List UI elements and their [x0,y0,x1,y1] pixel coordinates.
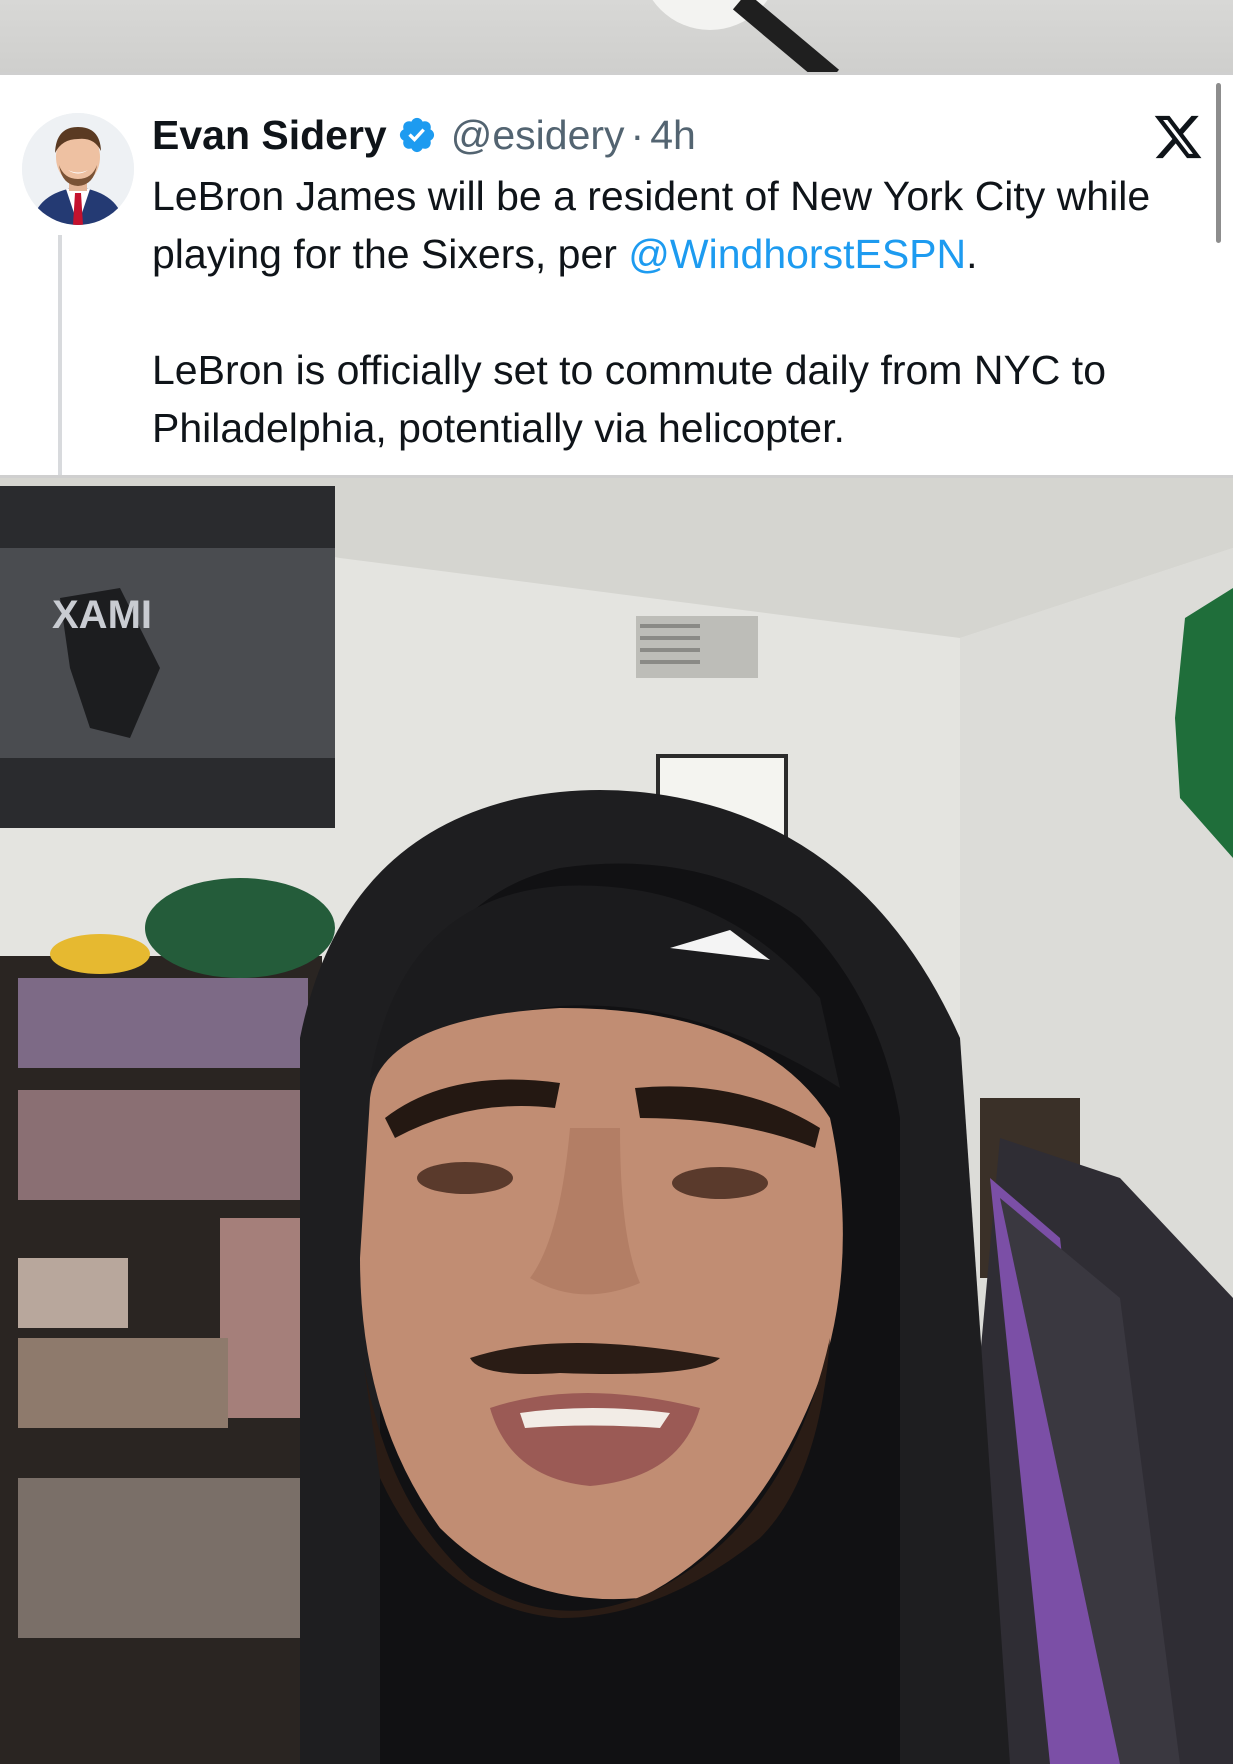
ceiling-fan-blade [732,0,839,72]
author-name[interactable]: Evan Sidery [152,112,387,159]
poster-text: XAMI [52,593,152,637]
tweet-header: Evan Sidery @esidery · 4h [152,107,696,163]
thread-line [58,235,62,475]
mention-link[interactable]: @WindhorstESPN [628,231,966,277]
tweet-paragraph-1: LeBron James will be a resident of New Y… [152,167,1212,283]
tweet-card[interactable]: Evan Sidery @esidery · 4h LeBron James w… [0,72,1233,478]
header-separator: · [630,111,645,158]
tweet-timestamp[interactable]: 4h [650,112,696,159]
tweet-body: LeBron James will be a resident of New Y… [152,167,1212,457]
video-scene: XAMI [0,478,1233,1764]
video-top-strip [0,0,1233,72]
scroll-indicator [1216,83,1221,243]
verified-badge-icon [399,117,434,153]
author-avatar[interactable] [22,113,134,225]
tweet-paragraph-2: LeBron is officially set to commute dail… [152,347,1106,451]
author-handle[interactable]: @esidery [451,112,625,159]
x-logo-icon [1154,115,1202,159]
video-frame[interactable]: XAMI [0,478,1233,1764]
tweet-text-1-end: . [966,231,978,277]
